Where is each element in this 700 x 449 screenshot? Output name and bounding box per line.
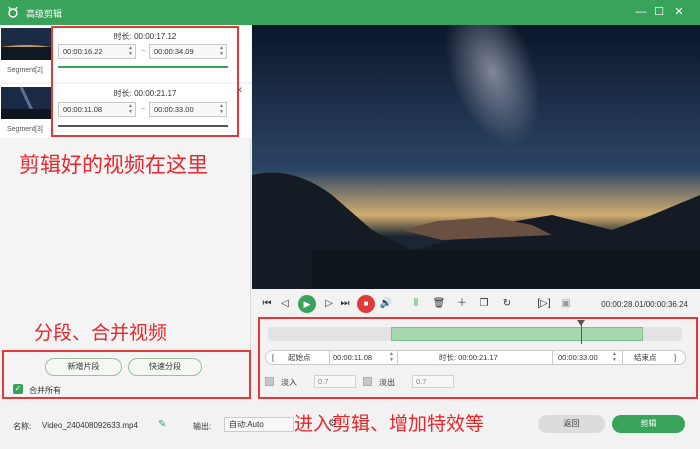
video-preview (252, 25, 700, 289)
segment-duration: 时长: 00:00:17.12 (113, 32, 177, 41)
remove-segment-icon[interactable]: ✕ (235, 85, 243, 96)
output-label: 输出: (193, 422, 212, 431)
maximize-icon[interactable]: ☐ (652, 5, 666, 19)
end-bracket-icon: ] (674, 353, 677, 362)
new-segment-button[interactable]: 新增片段 (45, 358, 122, 376)
stepper-icon[interactable]: ▲ ▼ (612, 351, 617, 364)
stepper-icon: ▲ ▼ (128, 103, 133, 115)
delete-icon[interactable]: 🗑 (432, 297, 446, 311)
back-button[interactable]: 返回 (538, 415, 605, 433)
minimize-icon[interactable]: — (634, 5, 648, 19)
segment-progress (58, 125, 228, 127)
fade-in-field[interactable]: 0.7 (314, 375, 356, 388)
segment-item[interactable]: Segment[3] ✕ 时长: 00:00:21.17 00:00:11.08… (0, 84, 251, 138)
app-logo-icon (8, 6, 18, 18)
edit-panel: [ 起始点 00:00:11.08 ▲ ▼ 时长: 00:00:21.17 00:… (252, 317, 700, 402)
segment-progress (58, 66, 228, 68)
step-back-icon[interactable]: ◁ (278, 297, 292, 311)
duration-label: 时长: 00:00:21.17 (439, 353, 498, 362)
stepper-icon: ▲ ▼ (219, 45, 224, 57)
stepper-icon: ▲ ▼ (128, 45, 133, 57)
mark-in-icon[interactable]: [▷] (537, 297, 551, 311)
volume-icon[interactable]: 🔊 (379, 297, 393, 311)
segment-start-field[interactable]: 00:00:16.22 ▲ ▼ (58, 44, 136, 59)
mark-out-icon[interactable]: ▣ (559, 297, 573, 311)
start-point-button[interactable]: 起始点 (288, 351, 311, 364)
segment-duration: 时长: 00:00:21.17 (113, 89, 177, 98)
end-point-button[interactable]: 结束点 (634, 351, 657, 364)
segment-end-field[interactable]: 00:00:33.00 ▲ ▼ (149, 102, 227, 117)
step-forward-icon[interactable]: ▷ (322, 297, 336, 311)
range-bar: [ 起始点 00:00:11.08 ▲ ▼ 时长: 00:00:21.17 00:… (265, 350, 686, 365)
fade-in-label: 淡入 (281, 378, 297, 387)
annotation-clips: 剪辑好的视频在这里 (19, 153, 208, 177)
playhead (581, 322, 582, 344)
annotation-split-merge: 分段、合并视频 (34, 322, 168, 344)
skip-start-icon[interactable]: ⏮ (260, 297, 274, 311)
filename: Video_240408092633.mp4 (42, 421, 138, 430)
quick-split-button[interactable]: 快速分段 (128, 358, 202, 376)
play-button[interactable]: ▶ (298, 295, 316, 313)
start-bracket-icon: [ (272, 353, 275, 362)
stepper-icon[interactable]: ▲ ▼ (389, 351, 394, 364)
end-time-field[interactable]: 00:00:33.00 (558, 351, 598, 364)
edit-name-icon[interactable]: ✎ (158, 419, 166, 430)
segment-label: Segment[2] (7, 67, 43, 74)
segment-end-field[interactable]: 00:00:34.09 ▲ ▼ (149, 44, 227, 59)
add-icon[interactable]: ＋ (455, 297, 469, 311)
fade-out-field[interactable]: 0.7 (412, 375, 454, 388)
fade-out-checkbox[interactable] (363, 377, 372, 386)
stepper-icon: ▲ ▼ (219, 103, 224, 115)
annotation-enter-edit: 进入剪辑、增加特效等 (294, 413, 485, 435)
timeline-selection[interactable] (391, 327, 643, 341)
start-time-field[interactable]: 00:00:11.08 (333, 351, 372, 364)
title-bar: 高级剪辑 — ☐ ✕ (0, 0, 700, 25)
video-frame (252, 25, 700, 289)
fade-in-checkbox[interactable] (265, 377, 274, 386)
skip-end-icon[interactable]: ⏭ (338, 297, 352, 311)
segment-item[interactable]: Segment[2] 时长: 00:00:17.12 00:00:16.22 ▲ ▼… (0, 25, 251, 82)
playback-controls: ⏮ ◁ ▶ ▷ ⏭ ■ 🔊 ⫴ 🗑 ＋ ❐ ↻ [▷] ▣ 00:00:28.0… (252, 289, 700, 317)
output-select[interactable]: 自动:Auto (224, 417, 294, 432)
stop-button[interactable]: ■ (357, 295, 375, 313)
split-icon[interactable]: ⫴ (409, 297, 423, 311)
close-icon[interactable]: ✕ (672, 5, 686, 19)
window-title: 高级剪辑 (26, 9, 63, 19)
segment-start-field[interactable]: 00:00:11.08 ▲ ▼ (58, 102, 136, 117)
fade-out-label: 淡出 (379, 378, 395, 387)
segment-thumbnail (1, 28, 51, 60)
cut-button[interactable]: 剪辑 (612, 415, 685, 433)
segment-thumbnail (1, 87, 51, 119)
copy-icon[interactable]: ❐ (477, 297, 491, 311)
time-readout: 00:00:28.01/00:00:36.24 (601, 300, 688, 309)
segment-label: Segment[3] (7, 126, 43, 133)
name-label: 名称: (13, 422, 32, 431)
reset-icon[interactable]: ↻ (500, 297, 514, 311)
merge-all-checkbox[interactable]: ✓ (13, 384, 23, 394)
merge-all-label: 合并所有 (29, 386, 61, 395)
